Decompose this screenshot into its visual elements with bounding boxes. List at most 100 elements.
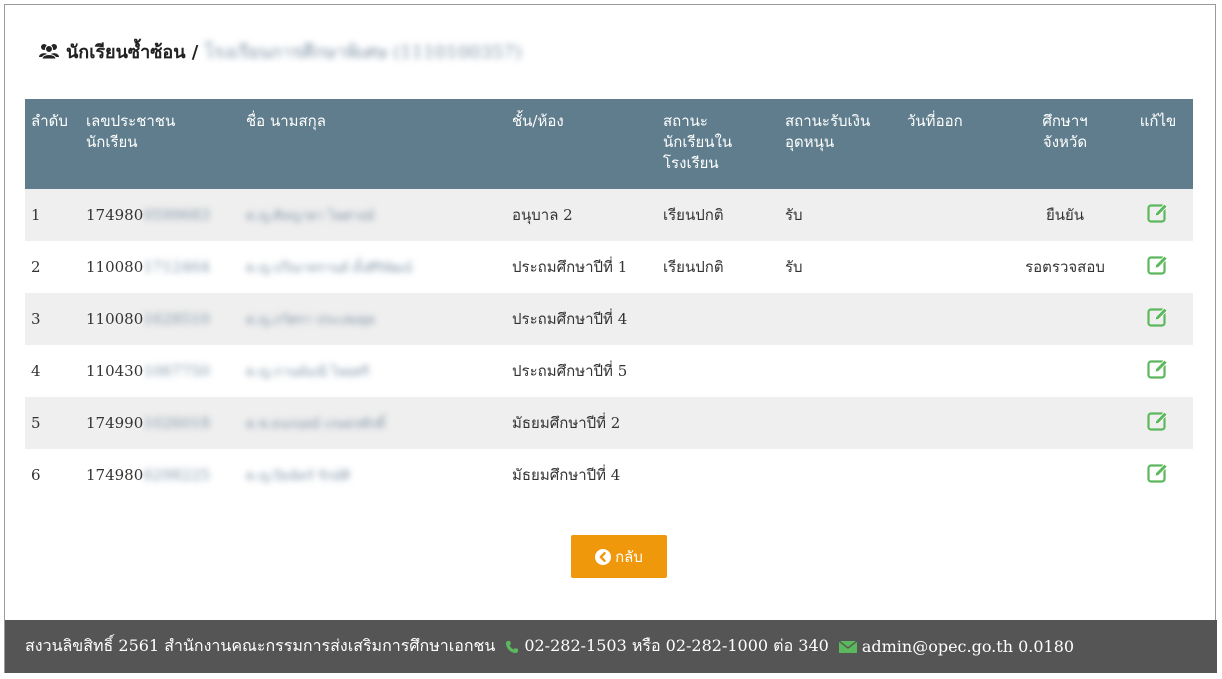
cell-province-status bbox=[1007, 449, 1123, 501]
student-id-prefix: 110080 bbox=[86, 310, 144, 328]
footer-email: admin@opec.go.th 0.0180 bbox=[861, 637, 1075, 656]
student-name-redacted: ด.ญ.ภวิศรา ประเสมฐุต bbox=[246, 312, 376, 328]
student-id-redacted: 1067750 bbox=[143, 362, 211, 380]
cell-no: 5 bbox=[25, 397, 80, 449]
cell-student-id: 1104301067750 bbox=[80, 345, 240, 397]
edit-icon[interactable] bbox=[1147, 358, 1169, 380]
page-title: นักเรียนซ้ำซ้อน / โรงเรียนการศึกษาพิเศษ … bbox=[38, 36, 522, 66]
footer-copyright: สงวนลิขสิทธิ์ 2561 สำนักงานคณะกรรมการส่ง… bbox=[25, 636, 496, 655]
student-name-redacted: ด.ญ.ศิลญาดา ไพศาลย์ bbox=[246, 208, 375, 224]
footer: สงวนลิขสิทธิ์ 2561 สำนักงานคณะกรรมการส่ง… bbox=[5, 620, 1217, 673]
cell-no: 2 bbox=[25, 241, 80, 293]
column-header-province: ศึกษาฯ จังหวัด bbox=[1007, 99, 1123, 189]
table-row: 6 1749806298225 ด.ญ.ปิยฉัตร์ รักษ์ศิ มัธยมศ… bbox=[25, 449, 1193, 501]
edit-icon[interactable] bbox=[1147, 462, 1169, 484]
table-header: ลำดับ เลขประชาชน นักเรียน ชื่อ นามสกุล ชั้น… bbox=[25, 99, 1193, 189]
cell-edit bbox=[1123, 293, 1193, 345]
duplicate-students-table-wrap: ลำดับ เลขประชาชน นักเรียน ชื่อ นามสกุล ชั้น… bbox=[25, 99, 1193, 501]
cell-subsidy bbox=[779, 345, 901, 397]
table-row: 3 1100801628510 ด.ญ.ภวิศรา ประเสมฐุต ประถมศ… bbox=[25, 293, 1193, 345]
student-id-redacted: 1628510 bbox=[143, 310, 211, 328]
student-name-redacted: ด.ญ.กานต์มณี ไพยศรี bbox=[246, 364, 370, 380]
cell-subsidy: รับ bbox=[779, 241, 901, 293]
cell-status bbox=[657, 345, 779, 397]
cell-leave-date bbox=[901, 345, 1007, 397]
cell-province-status: ยืนยัน bbox=[1007, 189, 1123, 241]
student-id-prefix: 174990 bbox=[86, 414, 144, 432]
table-row: 5 1749901026018 ด.ช.ธนกฤตย์ เกษตรศักดิ์ มัธ… bbox=[25, 397, 1193, 449]
cell-status: เรียนปกติ bbox=[657, 189, 779, 241]
cell-no: 1 bbox=[25, 189, 80, 241]
cell-leave-date bbox=[901, 397, 1007, 449]
cell-student-name: ด.ช.ธนกฤตย์ เกษตรศักดิ์ bbox=[240, 397, 506, 449]
column-header-name: ชื่อ นามสกุล bbox=[240, 99, 506, 189]
edit-icon[interactable] bbox=[1147, 306, 1169, 328]
cell-edit bbox=[1123, 189, 1193, 241]
student-id-prefix: 110430 bbox=[86, 362, 144, 380]
cell-leave-date bbox=[901, 293, 1007, 345]
duplicate-students-table: ลำดับ เลขประชาชน นักเรียน ชื่อ นามสกุล ชั้น… bbox=[25, 99, 1193, 501]
cell-student-id: 1749806298225 bbox=[80, 449, 240, 501]
cell-edit bbox=[1123, 449, 1193, 501]
column-header-edit: แก้ไข bbox=[1123, 99, 1193, 189]
cell-class: ประถมศึกษาปีที่ 5 bbox=[506, 345, 657, 397]
student-id-redacted: 6298225 bbox=[143, 466, 211, 484]
cell-student-name: ด.ญ.ปิยฉัตร์ รักษ์ศิ bbox=[240, 449, 506, 501]
cell-subsidy bbox=[779, 397, 901, 449]
student-id-redacted: 1712464 bbox=[143, 258, 211, 276]
cell-class: อนุบาล 2 bbox=[506, 189, 657, 241]
footer-phone: 02-282-1503 หรือ 02-282-1000 ต่อ 340 bbox=[524, 636, 829, 655]
cell-no: 4 bbox=[25, 345, 80, 397]
cell-student-name: ด.ญ.ปวีณาทรานต์ ตั้งศิริพัฒน์ bbox=[240, 241, 506, 293]
cell-edit bbox=[1123, 241, 1193, 293]
cell-leave-date bbox=[901, 449, 1007, 501]
student-id-prefix: 110080 bbox=[86, 258, 144, 276]
cell-province-status bbox=[1007, 293, 1123, 345]
student-name-redacted: ด.ช.ธนกฤตย์ เกษตรศักดิ์ bbox=[246, 416, 386, 432]
school-name: โรงเรียนการศึกษาพิเศษ (1110100357) bbox=[204, 41, 522, 63]
back-button[interactable]: กลับ bbox=[571, 535, 667, 578]
cell-status bbox=[657, 449, 779, 501]
users-icon bbox=[39, 44, 59, 60]
cell-class: ประถมศึกษาปีที่ 1 bbox=[506, 241, 657, 293]
column-header-leave_date: วันที่ออก bbox=[901, 99, 1007, 189]
cell-edit bbox=[1123, 345, 1193, 397]
cell-no: 3 bbox=[25, 293, 80, 345]
cell-subsidy: รับ bbox=[779, 189, 901, 241]
page-title-text: นักเรียนซ้ำซ้อน / bbox=[66, 41, 199, 63]
cell-leave-date bbox=[901, 241, 1007, 293]
chevron-left-circle-icon bbox=[595, 548, 612, 565]
student-name-redacted: ด.ญ.ปิยฉัตร์ รักษ์ศิ bbox=[246, 468, 350, 484]
student-id-prefix: 174980 bbox=[86, 466, 144, 484]
column-header-class: ชั้น/ห้อง bbox=[506, 99, 657, 189]
cell-status bbox=[657, 397, 779, 449]
column-header-subsidy: สถานะรับเงิน อุดหนุน bbox=[779, 99, 901, 189]
cell-subsidy bbox=[779, 449, 901, 501]
student-id-prefix: 174980 bbox=[86, 206, 144, 224]
cell-student-name: ด.ญ.ภวิศรา ประเสมฐุต bbox=[240, 293, 506, 345]
back-button-label: กลับ bbox=[615, 547, 643, 566]
cell-status bbox=[657, 293, 779, 345]
cell-class: ประถมศึกษาปีที่ 4 bbox=[506, 293, 657, 345]
column-header-id: เลขประชาชน นักเรียน bbox=[80, 99, 240, 189]
table-row: 4 1104301067750 ด.ญ.กานต์มณี ไพยศรี ประถมศึ… bbox=[25, 345, 1193, 397]
table-row: 1 1749800599683 ด.ญ.ศิลญาดา ไพศาลย์ อนุบาล … bbox=[25, 189, 1193, 241]
cell-student-id: 1100801712464 bbox=[80, 241, 240, 293]
cell-class: มัธยมศึกษาปีที่ 4 bbox=[506, 449, 657, 501]
cell-student-id: 1100801628510 bbox=[80, 293, 240, 345]
cell-student-name: ด.ญ.ศิลญาดา ไพศาลย์ bbox=[240, 189, 506, 241]
cell-province-status bbox=[1007, 345, 1123, 397]
cell-edit bbox=[1123, 397, 1193, 449]
edit-icon[interactable] bbox=[1147, 410, 1169, 432]
edit-icon[interactable] bbox=[1147, 254, 1169, 276]
student-id-redacted: 1026018 bbox=[143, 414, 211, 432]
cell-student-name: ด.ญ.กานต์มณี ไพยศรี bbox=[240, 345, 506, 397]
table-body: 1 1749800599683 ด.ญ.ศิลญาดา ไพศาลย์ อนุบาล … bbox=[25, 189, 1193, 501]
edit-icon[interactable] bbox=[1147, 202, 1169, 224]
student-name-redacted: ด.ญ.ปวีณาทรานต์ ตั้งศิริพัฒน์ bbox=[246, 260, 413, 276]
cell-no: 6 bbox=[25, 449, 80, 501]
cell-class: มัธยมศึกษาปีที่ 2 bbox=[506, 397, 657, 449]
envelope-icon bbox=[838, 639, 857, 654]
cell-student-id: 1749901026018 bbox=[80, 397, 240, 449]
cell-status: เรียนปกติ bbox=[657, 241, 779, 293]
